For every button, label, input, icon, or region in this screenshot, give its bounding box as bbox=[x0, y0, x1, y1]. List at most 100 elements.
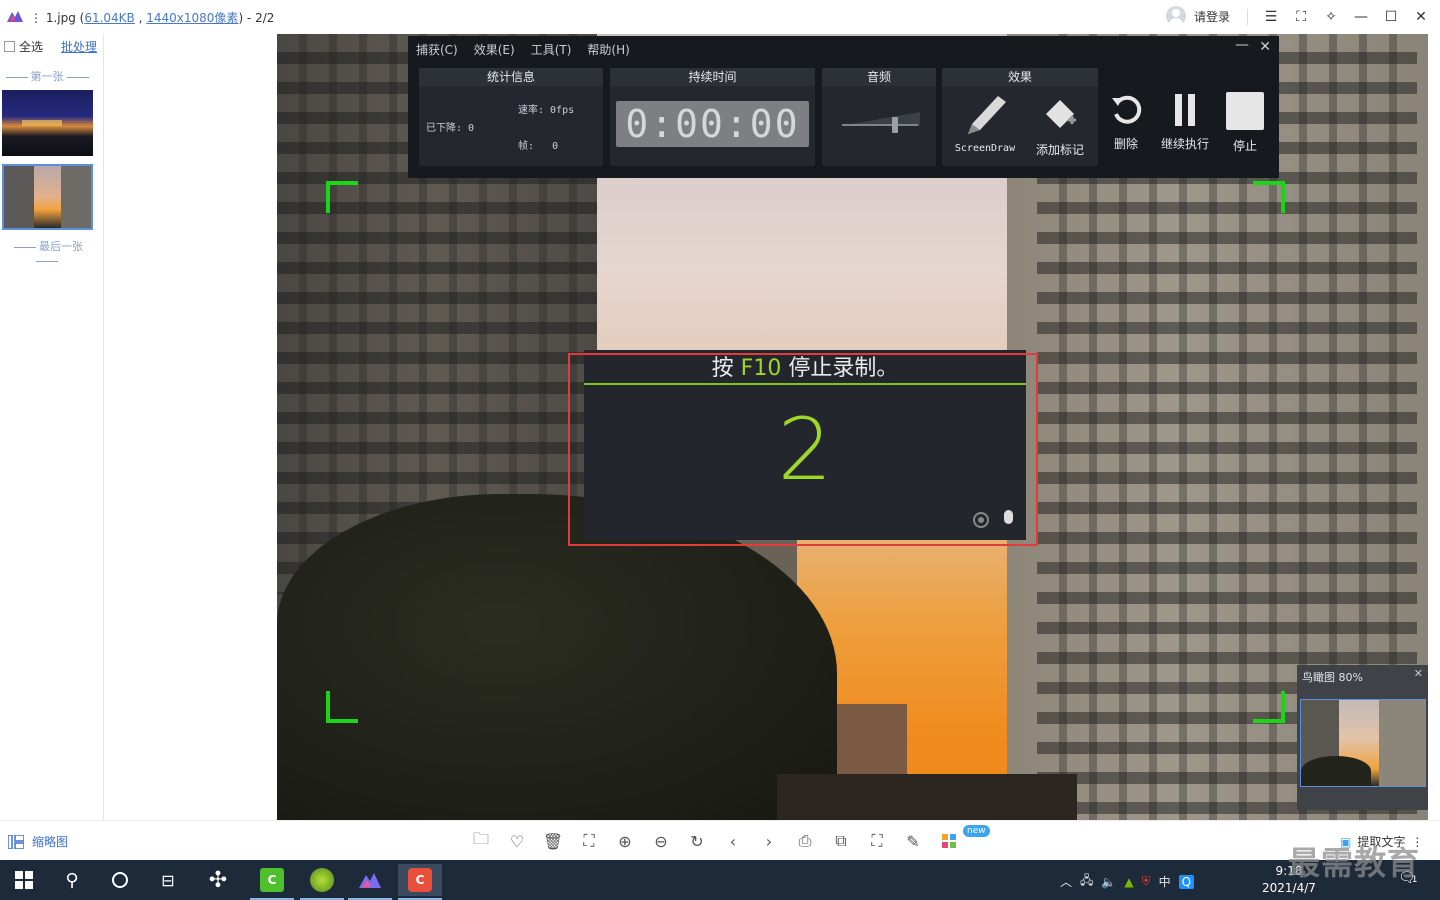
windows-icon bbox=[15, 871, 33, 889]
volume-icon[interactable]: 🔈 bbox=[1101, 875, 1116, 889]
login-area[interactable]: 请登录 bbox=[1166, 6, 1230, 26]
overview-trees bbox=[1301, 756, 1371, 786]
audio-slider-knob[interactable] bbox=[892, 117, 899, 133]
delete-icon[interactable]: 🗑 bbox=[542, 831, 564, 851]
open-folder-icon[interactable]: 🗀 bbox=[470, 829, 492, 851]
melon-app-icon[interactable] bbox=[300, 864, 344, 900]
new-badge: new bbox=[963, 825, 990, 837]
recorder-close-icon[interactable]: ✕ bbox=[1259, 39, 1271, 55]
select-all-label[interactable]: 全选 bbox=[19, 38, 43, 55]
stats-title: 统计信息 bbox=[419, 68, 603, 86]
rotate-icon[interactable]: ↻ bbox=[686, 831, 708, 851]
fullscreen-icon[interactable]: ⛶ bbox=[1286, 6, 1316, 28]
titlebar-divider bbox=[1247, 9, 1248, 25]
convert-icon[interactable]: ⧉ bbox=[830, 831, 852, 851]
app-logo-icon bbox=[7, 11, 23, 22]
thumbnail-2-selected[interactable] bbox=[2, 164, 93, 230]
network-icon[interactable]: 🖧 bbox=[1080, 871, 1093, 892]
add-marker-button[interactable]: 添加标记 bbox=[1028, 96, 1092, 158]
pinwheel-app-icon[interactable]: ✣ bbox=[196, 864, 240, 896]
menu-effects[interactable]: 效果(E) bbox=[474, 41, 515, 58]
capture-corner-bottom-left[interactable] bbox=[326, 691, 358, 723]
windows-taskbar: ⚲ ⊟ ✣ C C ︿ 🖧 🔈 ▲ ⛨ 中 Q 9:18 2021/4/7 🗨1 bbox=[0, 860, 1440, 900]
file-size-link[interactable]: 61.04KB bbox=[84, 11, 134, 25]
apps-icon[interactable] bbox=[938, 831, 960, 851]
close-icon[interactable]: ✕ bbox=[1406, 6, 1436, 28]
camtasia-recorder-icon[interactable]: C bbox=[398, 864, 442, 900]
stop-icon bbox=[1226, 92, 1264, 130]
duration-panel: 持续时间 0:00:00 bbox=[610, 68, 815, 166]
pen-icon bbox=[968, 96, 1006, 134]
thumbnail-1[interactable] bbox=[2, 90, 93, 156]
cortana-icon[interactable] bbox=[98, 864, 142, 896]
select-all-checkbox[interactable] bbox=[4, 41, 15, 52]
screendraw-button[interactable]: ScreenDraw bbox=[950, 90, 1020, 154]
fit-window-icon[interactable]: ⛶ bbox=[578, 831, 600, 851]
pin-icon[interactable]: ✧ bbox=[1316, 6, 1346, 28]
menu-capture[interactable]: 捕获(C) bbox=[416, 41, 458, 58]
marker-icon bbox=[1046, 100, 1076, 128]
watermark-text: 最需教育 bbox=[1288, 844, 1421, 882]
qq-icon[interactable]: Q bbox=[1178, 874, 1195, 889]
menu-icon[interactable]: ☰ bbox=[1256, 6, 1286, 28]
resume-button[interactable]: 继续执行 bbox=[1156, 92, 1214, 152]
favorite-icon[interactable]: ♡ bbox=[506, 831, 528, 851]
stop-label: 停止 bbox=[1232, 139, 1257, 153]
nvidia-icon[interactable]: ▲ bbox=[1124, 875, 1133, 889]
task-view-icon[interactable]: ⊟ bbox=[146, 864, 190, 896]
photo-ground bbox=[777, 774, 1077, 820]
bottom-toolbar: 缩略图 🗀 ♡ 🗑 ⛶ ⊕ ⊖ ↻ ‹ › ⎙ ⧉ ⛶ ✎ new ▣ 提取文字… bbox=[0, 820, 1440, 860]
next-icon[interactable]: › bbox=[758, 831, 780, 851]
start-button[interactable] bbox=[2, 864, 46, 896]
camtasia-green-icon[interactable]: C bbox=[250, 864, 294, 900]
undo-delete-icon bbox=[1112, 95, 1142, 124]
screenshot-icon[interactable]: ⛶ bbox=[866, 831, 888, 851]
overview-close-icon[interactable]: ✕ bbox=[1414, 667, 1423, 680]
recorder-minimize-icon[interactable]: — bbox=[1235, 37, 1249, 53]
capture-corner-top-right[interactable] bbox=[1253, 181, 1285, 213]
frames-label: 帧: 0 bbox=[518, 141, 559, 152]
highlight-box bbox=[568, 353, 1038, 546]
recorder-toolbar: 捕获(C) 效果(E) 工具(T) 帮助(H) — ✕ 统计信息 速率: 0fp… bbox=[408, 36, 1279, 178]
image-viewer-taskbar-icon[interactable] bbox=[348, 864, 392, 900]
stats-panel: 统计信息 速率: 0fps 已下降: 0 帧: 0 bbox=[419, 68, 603, 166]
previous-icon[interactable]: ‹ bbox=[722, 831, 744, 851]
edit-icon[interactable]: ✎ bbox=[902, 831, 924, 851]
title-comma: , bbox=[134, 11, 147, 25]
capture-corner-bottom-right[interactable] bbox=[1253, 691, 1285, 723]
security-icon[interactable]: ⛨ bbox=[1142, 874, 1151, 889]
system-tray: ︿ 🖧 🔈 ▲ ⛨ 中 Q bbox=[1060, 871, 1195, 892]
dimensions-link[interactable]: 1440x1080像素 bbox=[146, 11, 238, 25]
image-viewer-app: ⋮ 1.jpg (61.04KB , 1440x1080像素) - 2/2 请登… bbox=[0, 0, 1440, 860]
thumbnail-toggle[interactable]: 缩略图 bbox=[8, 833, 68, 850]
title-prefix: ⋮ 1.jpg ( bbox=[30, 11, 85, 25]
first-image-divider: 第一张 bbox=[2, 68, 92, 84]
title-suffix: ) - 2/2 bbox=[238, 11, 275, 25]
overview-title: 鸟瞰图 80% bbox=[1302, 671, 1363, 684]
search-icon[interactable]: ⚲ bbox=[50, 864, 94, 896]
menu-tools[interactable]: 工具(T) bbox=[531, 41, 572, 58]
thumbnail-label: 缩略图 bbox=[32, 835, 69, 849]
maximize-icon[interactable]: ☐ bbox=[1376, 6, 1406, 28]
minimize-icon[interactable]: — bbox=[1346, 6, 1376, 28]
audio-panel: 音频 bbox=[822, 68, 936, 166]
overview-image[interactable] bbox=[1300, 699, 1426, 787]
ime-indicator[interactable]: 中 bbox=[1159, 873, 1171, 890]
window-controls: ☰ ⛶ ✧ — ☐ ✕ bbox=[1256, 6, 1436, 28]
login-link[interactable]: 请登录 bbox=[1194, 8, 1230, 25]
delete-button[interactable]: 删除 bbox=[1106, 92, 1146, 152]
avatar[interactable] bbox=[1166, 6, 1186, 26]
duration-timer: 0:00:00 bbox=[616, 101, 809, 147]
zoom-out-icon[interactable]: ⊖ bbox=[650, 831, 672, 851]
capture-corner-top-left[interactable] bbox=[326, 181, 358, 213]
stop-button[interactable]: 停止 bbox=[1224, 92, 1266, 154]
tray-expand-icon[interactable]: ︿ bbox=[1060, 873, 1072, 890]
audio-slider-track[interactable] bbox=[842, 124, 918, 126]
menu-help[interactable]: 帮助(H) bbox=[587, 41, 629, 58]
overview-panel: 鸟瞰图 80% ✕ bbox=[1297, 665, 1428, 810]
zoom-in-icon[interactable]: ⊕ bbox=[614, 831, 636, 851]
effects-panel: 效果 ScreenDraw 添加标记 bbox=[942, 68, 1098, 166]
thumbnail-sidebar: 全选 批处理 第一张 最后一张 bbox=[0, 34, 104, 820]
print-icon[interactable]: ⎙ bbox=[794, 831, 816, 851]
batch-process-link[interactable]: 批处理 bbox=[61, 38, 97, 55]
